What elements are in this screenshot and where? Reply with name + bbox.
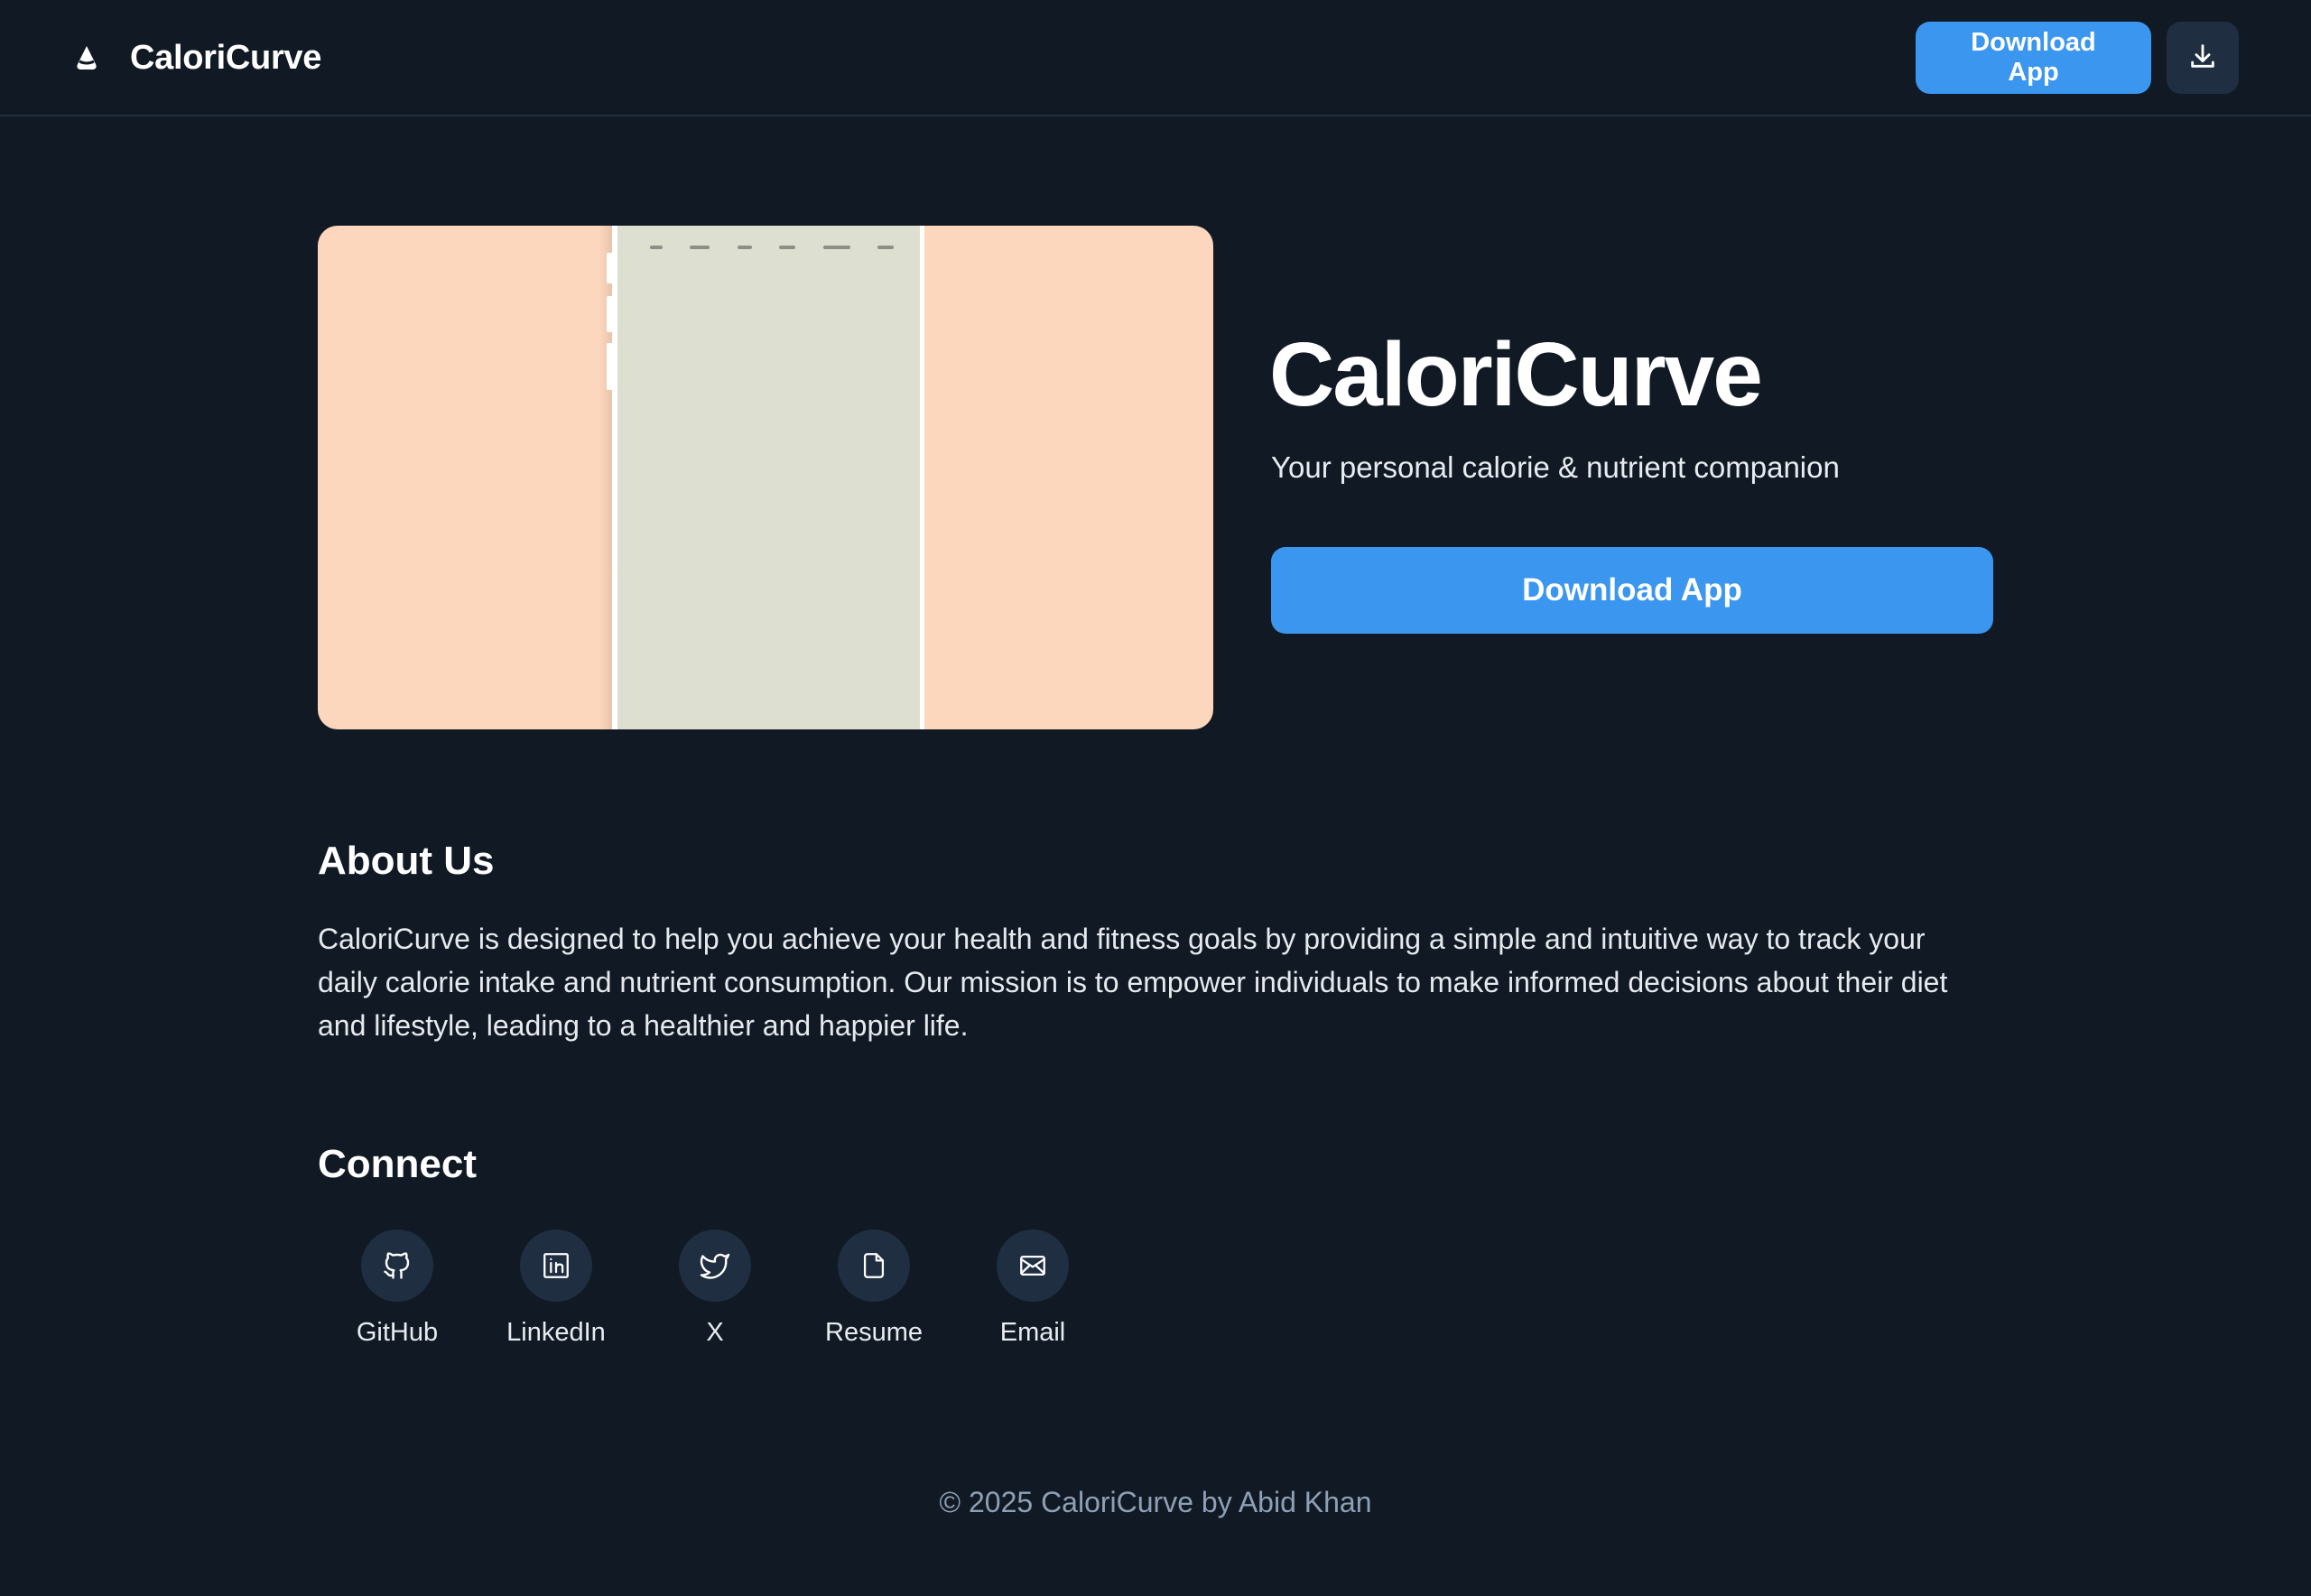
connect-label: Email bbox=[999, 1318, 1066, 1347]
mail-icon bbox=[997, 1229, 1069, 1302]
connect-links: GitHub LinkedIn X Resume Email bbox=[318, 1229, 1112, 1349]
header-download-icon-button[interactable] bbox=[2167, 22, 2239, 94]
header-download-button[interactable]: Download App bbox=[1916, 22, 2151, 94]
droplet-icon bbox=[72, 43, 101, 72]
connect-label: X bbox=[706, 1318, 724, 1347]
phone-mockup bbox=[612, 226, 924, 729]
hero-download-button[interactable]: Download App bbox=[1271, 547, 1993, 634]
connect-linkedin-link[interactable]: LinkedIn bbox=[477, 1229, 636, 1349]
header-actions: Download App bbox=[1916, 22, 2239, 94]
document-icon bbox=[838, 1229, 910, 1302]
connect-github-link[interactable]: GitHub bbox=[318, 1229, 477, 1349]
linkedin-icon bbox=[520, 1229, 592, 1302]
hero-subtitle: Your personal calorie & nutrient compani… bbox=[1271, 450, 1840, 484]
twitter-icon bbox=[679, 1229, 751, 1302]
connect-label: Resume bbox=[825, 1318, 923, 1347]
connect-label: GitHub bbox=[356, 1318, 439, 1347]
top-navbar: CaloriCurve Download App bbox=[0, 0, 2311, 116]
connect-email-link[interactable]: Email bbox=[953, 1229, 1112, 1349]
github-icon bbox=[361, 1229, 433, 1302]
phone-status-bar bbox=[650, 246, 894, 249]
about-text: CaloriCurve is designed to help you achi… bbox=[318, 923, 1948, 1042]
connect-resume-link[interactable]: Resume bbox=[794, 1229, 953, 1349]
about-heading: About Us bbox=[318, 839, 495, 883]
hero-title: CaloriCurve bbox=[1269, 324, 1763, 425]
connect-heading: Connect bbox=[318, 1142, 477, 1186]
connect-x-link[interactable]: X bbox=[636, 1229, 794, 1349]
brand-name: CaloriCurve bbox=[130, 38, 322, 77]
connect-label: LinkedIn bbox=[506, 1318, 606, 1347]
brand[interactable]: CaloriCurve bbox=[72, 34, 321, 81]
download-icon bbox=[2187, 41, 2218, 76]
footer-copyright: © 2025 CaloriCurve by Abid Khan bbox=[939, 1486, 1372, 1518]
hero-app-screenshot bbox=[318, 226, 1213, 729]
